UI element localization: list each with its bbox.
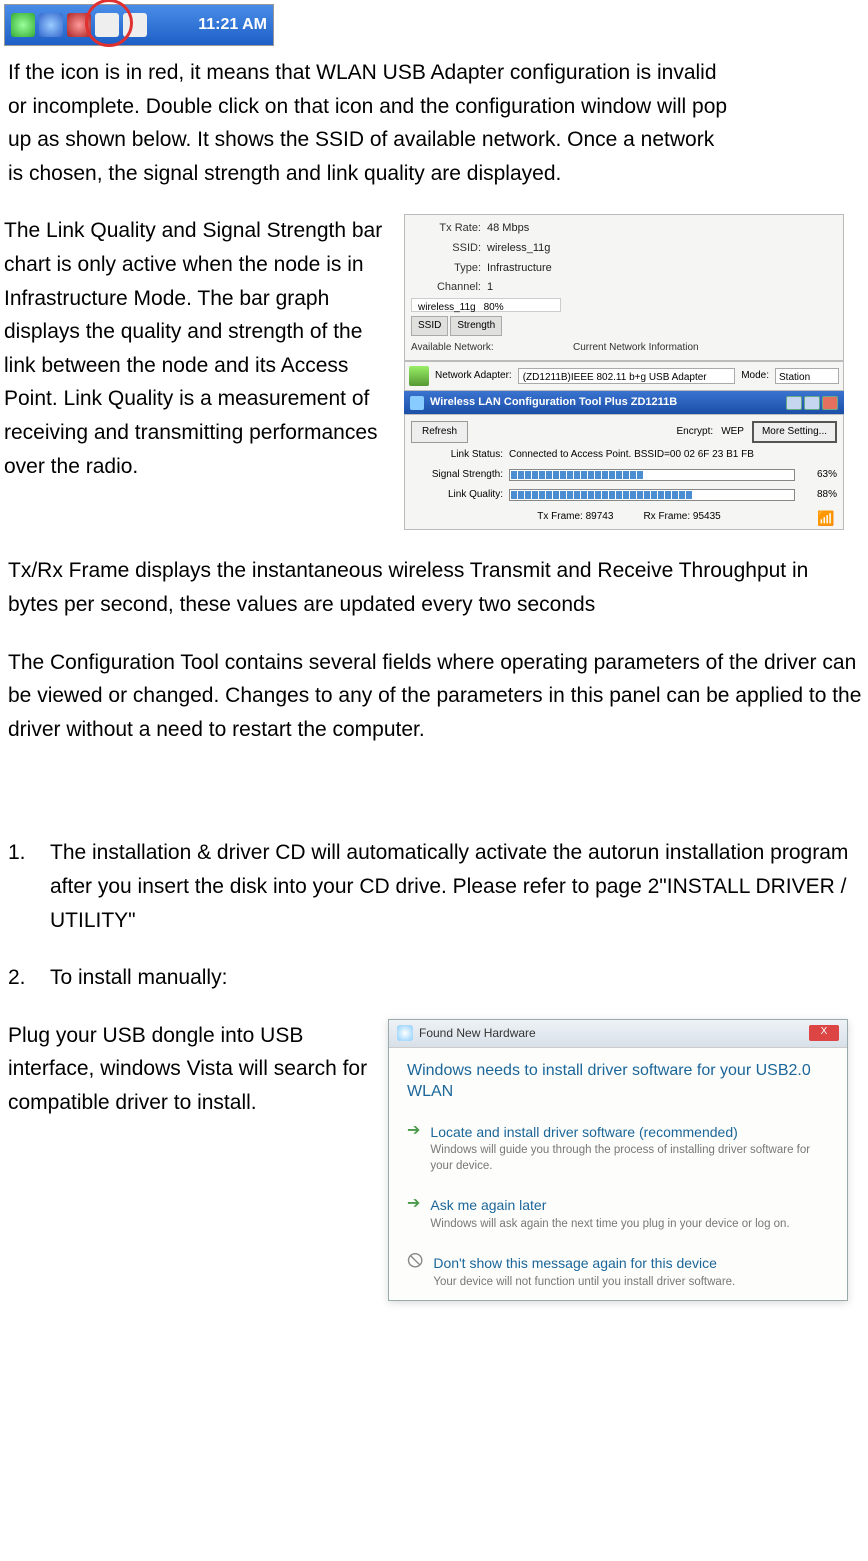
close-button[interactable] bbox=[822, 396, 838, 410]
link-status-value: Connected to Access Point. BSSID=00 02 6… bbox=[509, 447, 837, 463]
network-list-header: SSIDStrength bbox=[411, 316, 561, 336]
tx-frame-label: Tx Frame: bbox=[537, 511, 583, 522]
tray-icon-4 bbox=[123, 13, 147, 37]
option-ask-later[interactable]: ➔ Ask me again later Windows will ask ag… bbox=[389, 1184, 847, 1242]
opt2-sub: Windows will ask again the next time you… bbox=[430, 1217, 829, 1233]
tray-icon-wlan-red bbox=[67, 13, 91, 37]
tray-clock: 11:21 AM bbox=[198, 12, 267, 38]
paragraph-3: Tx/Rx Frame displays the instantaneous w… bbox=[8, 554, 848, 621]
vista-paragraph: Plug your USB dongle into USB interface,… bbox=[8, 1019, 368, 1120]
dialog-close-button[interactable]: X bbox=[809, 1025, 839, 1041]
tray-icon-1 bbox=[11, 13, 35, 37]
signal-strength-bar bbox=[509, 469, 795, 481]
signal-strength-pct: 63% bbox=[801, 467, 837, 483]
network-list-row: wireless_11g80% bbox=[411, 298, 561, 312]
opt1-heading: Locate and install driver software (reco… bbox=[430, 1121, 829, 1143]
arrow-icon: ➔ bbox=[407, 1123, 420, 1139]
list-item-1: The installation & driver CD will automa… bbox=[50, 836, 864, 937]
list-item-2: To install manually: bbox=[50, 961, 864, 995]
config-tool-screenshot: Tx Rate:48 Mbps SSID:wireless_11g Type:I… bbox=[404, 214, 844, 530]
dialog-headline: Windows needs to install driver software… bbox=[389, 1048, 847, 1111]
opt3-heading: Don't show this message again for this d… bbox=[433, 1252, 829, 1274]
vista-dialog: Found New Hardware X Windows needs to in… bbox=[388, 1019, 848, 1302]
info-type: Type:Infrastructure bbox=[411, 259, 837, 279]
opt2-heading: Ask me again later bbox=[430, 1194, 829, 1216]
system-tray-image: 11:21 AM bbox=[4, 4, 274, 46]
link-quality-label: Link Quality: bbox=[411, 487, 503, 503]
config-tool-titlebar: Wireless LAN Configuration Tool Plus ZD1… bbox=[404, 391, 844, 415]
link-quality-bar bbox=[509, 489, 795, 501]
mode-select[interactable]: Station bbox=[775, 368, 839, 384]
adapter-label: Network Adapter: bbox=[435, 368, 512, 384]
encrypt-value: WEP bbox=[721, 424, 744, 440]
signal-icon bbox=[817, 507, 835, 523]
paragraph-1: If the icon is in red, it means that WLA… bbox=[8, 56, 728, 190]
more-setting-button[interactable]: More Setting... bbox=[752, 421, 837, 443]
signal-strength-label: Signal Strength: bbox=[411, 467, 503, 483]
rx-frame-label: Rx Frame: bbox=[643, 511, 690, 522]
paragraph-2: The Link Quality and Signal Strength bar… bbox=[4, 214, 384, 483]
option-locate-install[interactable]: ➔ Locate and install driver software (re… bbox=[389, 1111, 847, 1184]
dialog-title: Found New Hardware bbox=[419, 1024, 536, 1043]
available-network-label: Available Network: bbox=[411, 340, 561, 356]
info-channel: Channel:1 bbox=[411, 278, 837, 298]
rx-frame-value: 95435 bbox=[693, 511, 721, 522]
tray-icon-2 bbox=[39, 13, 63, 37]
link-status-label: Link Status: bbox=[411, 447, 503, 463]
list-number-1: 1. bbox=[8, 836, 36, 870]
mode-label: Mode: bbox=[741, 368, 769, 384]
adapter-select[interactable]: (ZD1211B)IEEE 802.11 b+g USB Adapter bbox=[518, 368, 735, 384]
arrow-icon: 🛇 bbox=[407, 1254, 423, 1270]
app-icon bbox=[410, 396, 424, 410]
window-title: Wireless LAN Configuration Tool Plus ZD1… bbox=[430, 394, 677, 412]
adapter-icon bbox=[409, 366, 429, 386]
refresh-button[interactable]: Refresh bbox=[411, 421, 468, 443]
arrow-icon: ➔ bbox=[407, 1196, 420, 1212]
tray-icon-3 bbox=[95, 13, 119, 37]
hardware-icon bbox=[397, 1025, 413, 1041]
opt1-sub: Windows will guide you through the proce… bbox=[430, 1143, 829, 1174]
opt3-sub: Your device will not function until you … bbox=[433, 1275, 829, 1291]
tx-frame-value: 89743 bbox=[586, 511, 614, 522]
info-ssid: SSID:wireless_11g bbox=[411, 239, 837, 259]
info-tx-rate: Tx Rate:48 Mbps bbox=[411, 219, 837, 239]
encrypt-label: Encrypt: bbox=[677, 424, 714, 440]
list-number-2: 2. bbox=[8, 961, 36, 995]
paragraph-4: The Configuration Tool contains several … bbox=[8, 646, 868, 747]
minimize-button[interactable] bbox=[786, 396, 802, 410]
maximize-button[interactable] bbox=[804, 396, 820, 410]
current-network-info-label: Current Network Information bbox=[573, 340, 837, 356]
option-dont-show[interactable]: 🛇 Don't show this message again for this… bbox=[389, 1242, 847, 1300]
link-quality-pct: 88% bbox=[801, 487, 837, 503]
